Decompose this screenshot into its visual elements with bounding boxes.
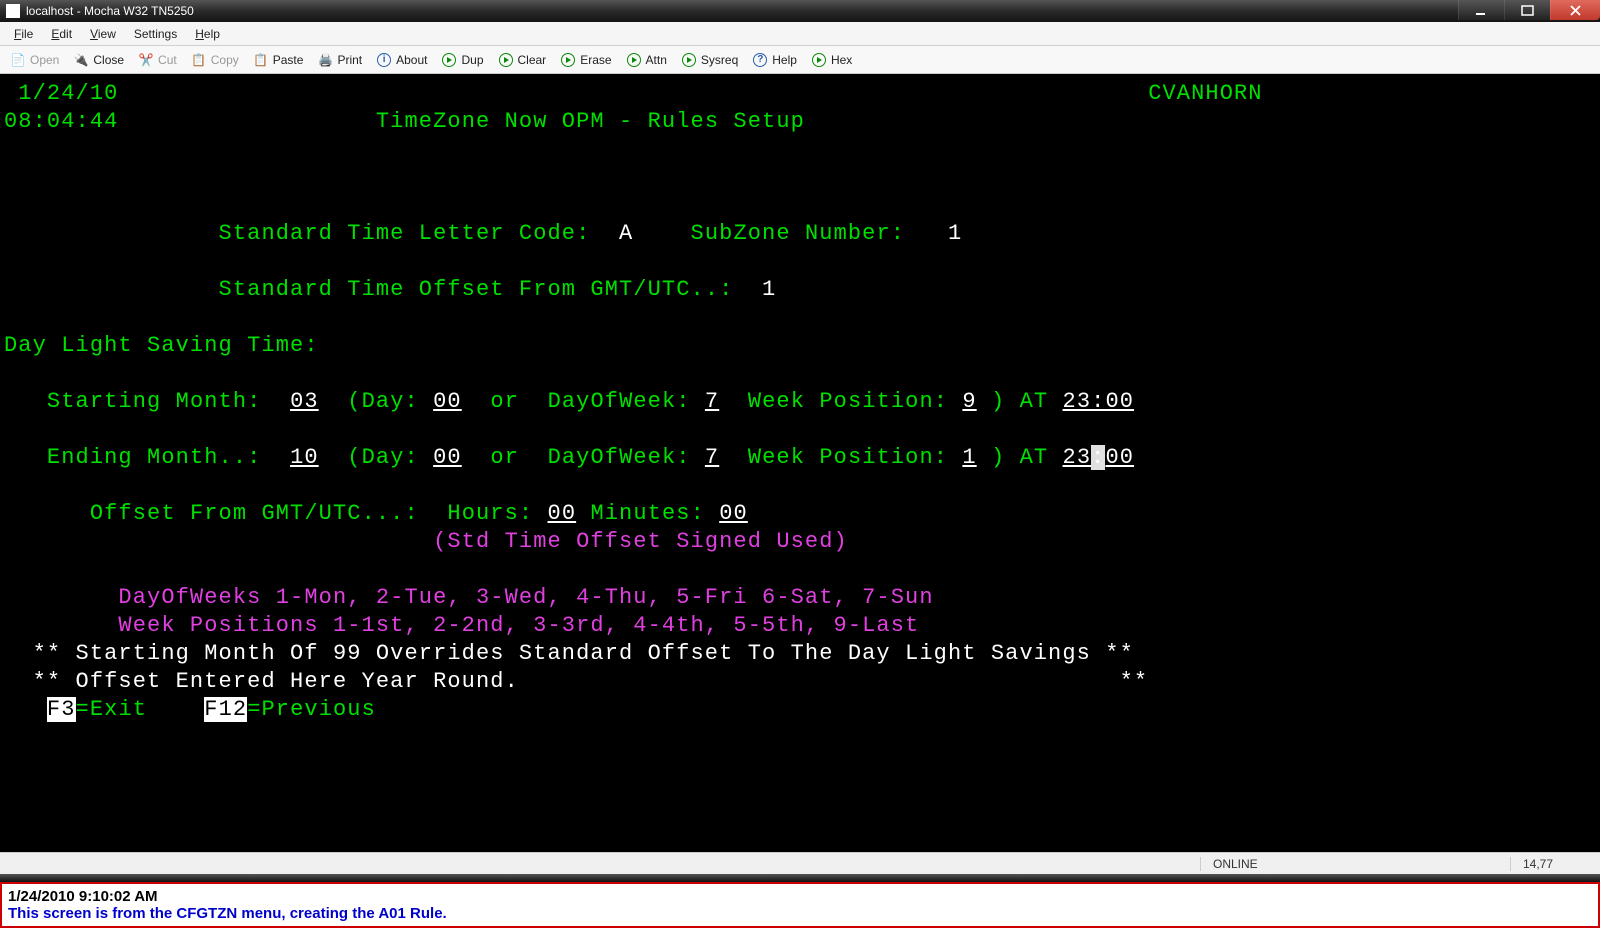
start-month[interactable]: 03 xyxy=(290,389,319,414)
tool-paste[interactable]: 📋Paste xyxy=(249,50,308,70)
val-subzone[interactable]: 1 xyxy=(948,221,962,246)
start-wp[interactable]: 9 xyxy=(962,389,976,414)
clear-icon xyxy=(498,52,514,68)
terminal-screen[interactable]: 1/24/10 CVANHORN 08:04:44 TimeZone Now O… xyxy=(0,74,1600,852)
statusbar: ONLINE 14,77 xyxy=(0,852,1600,874)
sysreq-icon xyxy=(681,52,697,68)
annotation-box: 1/24/2010 9:10:02 AM This screen is from… xyxy=(0,882,1600,928)
menu-file[interactable]: File xyxy=(6,24,41,44)
tool-help[interactable]: Help xyxy=(748,50,801,70)
hex-icon xyxy=(811,52,827,68)
start-at[interactable]: 23:00 xyxy=(1063,389,1135,414)
status-online: ONLINE xyxy=(1200,857,1290,871)
override-2: ** Offset Entered Here Year Round. ** xyxy=(33,669,1149,694)
menu-edit[interactable]: Edit xyxy=(43,24,80,44)
menubar: File Edit View Settings Help xyxy=(0,22,1600,46)
lbl-stdoffset: Standard Time Offset From GMT/UTC..: xyxy=(219,277,734,302)
day-open1: (Day: xyxy=(347,389,419,414)
dup-icon xyxy=(441,52,457,68)
app-icon xyxy=(6,4,20,18)
end-day[interactable]: 00 xyxy=(433,445,462,470)
start-day[interactable]: 00 xyxy=(433,389,462,414)
tool-copy[interactable]: 📋Copy xyxy=(187,50,243,70)
erase-icon xyxy=(560,52,576,68)
maximize-button[interactable] xyxy=(1504,0,1550,20)
cursor: : xyxy=(1091,445,1105,470)
val-stdcode[interactable]: A xyxy=(619,221,633,246)
start-dow[interactable]: 7 xyxy=(705,389,719,414)
f12-key[interactable]: F12 xyxy=(204,697,247,722)
menu-settings[interactable]: Settings xyxy=(126,24,185,44)
taskbar xyxy=(0,874,1600,882)
offset-min[interactable]: 00 xyxy=(719,501,748,526)
status-pos: 14,77 xyxy=(1510,857,1600,871)
menu-view[interactable]: View xyxy=(82,24,124,44)
note-wp: Week Positions 1-1st, 2-2nd, 3-3rd, 4-4t… xyxy=(118,613,919,638)
override-1: ** Starting Month Of 99 Overrides Standa… xyxy=(33,641,1134,666)
copy-icon: 📋 xyxy=(191,52,207,68)
tool-dup[interactable]: Dup xyxy=(437,50,487,70)
note-offset: (Std Time Offset Signed Used) xyxy=(433,529,848,554)
f3-label: =Exit xyxy=(76,697,148,722)
about-icon xyxy=(376,52,392,68)
offset-hours[interactable]: 00 xyxy=(548,501,577,526)
dst-header: Day Light Saving Time: xyxy=(4,333,319,358)
tool-hex[interactable]: Hex xyxy=(807,50,856,70)
tool-open[interactable]: 📄Open xyxy=(6,50,63,70)
f12-label: =Previous xyxy=(247,697,376,722)
lbl-subzone: SubZone Number: xyxy=(691,221,906,246)
attn-icon xyxy=(626,52,642,68)
end-wp[interactable]: 1 xyxy=(962,445,976,470)
close-icon: 🔌 xyxy=(73,52,89,68)
end-at-h[interactable]: 23 xyxy=(1063,445,1092,470)
offset-label: Offset From GMT/UTC...: xyxy=(90,501,419,526)
tool-print[interactable]: 🖨️Print xyxy=(313,50,366,70)
end-dow[interactable]: 7 xyxy=(705,445,719,470)
close-button[interactable] xyxy=(1550,0,1600,20)
end-label: Ending Month..: xyxy=(47,445,262,470)
window-title: localhost - Mocha W32 TN5250 xyxy=(26,4,194,18)
term-user: CVANHORN xyxy=(1148,81,1262,106)
paste-icon: 📋 xyxy=(253,52,269,68)
open-icon: 📄 xyxy=(10,52,26,68)
tool-close[interactable]: 🔌Close xyxy=(69,50,128,70)
annotation-body: This screen is from the CFGTZN menu, cre… xyxy=(8,905,1592,922)
note-dow: DayOfWeeks 1-Mon, 2-Tue, 3-Wed, 4-Thu, 5… xyxy=(118,585,933,610)
start-label: Starting Month: xyxy=(47,389,262,414)
tool-clear[interactable]: Clear xyxy=(494,50,551,70)
toolbar: 📄Open 🔌Close ✂️Cut 📋Copy 📋Paste 🖨️Print … xyxy=(0,46,1600,74)
tool-attn[interactable]: Attn xyxy=(622,50,671,70)
term-date: 1/24/10 xyxy=(4,81,118,106)
annotation-timestamp: 1/24/2010 9:10:02 AM xyxy=(8,888,1592,905)
print-icon: 🖨️ xyxy=(317,52,333,68)
help-icon xyxy=(752,52,768,68)
tool-cut[interactable]: ✂️Cut xyxy=(134,50,181,70)
cut-icon: ✂️ xyxy=(138,52,154,68)
tool-about[interactable]: About xyxy=(372,50,431,70)
window-titlebar: localhost - Mocha W32 TN5250 xyxy=(0,0,1600,22)
end-at-m[interactable]: 00 xyxy=(1105,445,1134,470)
end-month[interactable]: 10 xyxy=(290,445,319,470)
term-time: 08:04:44 xyxy=(4,109,118,134)
tool-erase[interactable]: Erase xyxy=(556,50,615,70)
minimize-button[interactable] xyxy=(1458,0,1504,20)
lbl-stdcode: Standard Time Letter Code: xyxy=(219,221,591,246)
val-stdoffset[interactable]: 1 xyxy=(762,277,776,302)
menu-help[interactable]: Help xyxy=(187,24,228,44)
tool-sysreq[interactable]: Sysreq xyxy=(677,50,742,70)
f3-key[interactable]: F3 xyxy=(47,697,76,722)
term-title: TimeZone Now OPM - Rules Setup xyxy=(376,109,805,134)
